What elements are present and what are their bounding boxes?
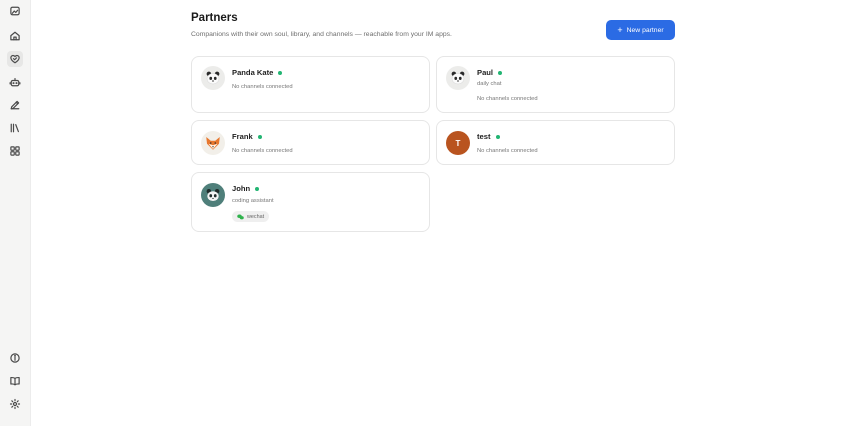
partner-name: Paul — [477, 68, 494, 77]
partner-name: Frank — [232, 132, 253, 141]
letter-avatar: T — [446, 131, 470, 155]
partner-channels-text: No channels connected — [477, 96, 538, 102]
pencil-icon[interactable] — [7, 97, 23, 113]
settings-icon[interactable] — [7, 396, 23, 412]
library-icon[interactable] — [7, 120, 23, 136]
online-status-dot — [498, 70, 503, 75]
partner-name: Panda Kate — [232, 68, 274, 77]
partner-name-row: test — [477, 132, 500, 141]
partner-name-row: Frank — [232, 132, 262, 141]
info-icon[interactable] — [7, 350, 23, 366]
online-status-dot — [255, 186, 260, 191]
panda-avatar — [446, 66, 470, 90]
partner-name: test — [477, 132, 491, 141]
partner-channels-text: No channels connected — [477, 148, 538, 154]
online-status-dot — [257, 134, 262, 139]
partner-card-panda-kate[interactable]: Panda Kate No channels connected — [191, 56, 430, 113]
app-root: Partners Companions with their own soul,… — [0, 0, 845, 426]
partner-name: John — [232, 184, 251, 193]
partner-description: coding assistant — [232, 198, 274, 204]
wechat-icon — [237, 213, 244, 219]
partner-channels-text: No channels connected — [232, 148, 293, 154]
partner-name-row: Panda Kate — [232, 68, 283, 77]
partner-card-john[interactable]: John coding assistant wechat — [191, 172, 430, 232]
book-icon[interactable] — [7, 373, 23, 389]
partner-card-frank[interactable]: Frank No channels connected — [191, 120, 430, 165]
robot-icon[interactable] — [7, 74, 23, 90]
sidebar — [0, 0, 31, 426]
grid-icon[interactable] — [7, 143, 23, 159]
partner-card-paul[interactable]: Paul daily chat No channels connected — [436, 56, 675, 113]
partner-name-row: Paul — [477, 68, 503, 77]
channel-chip-label: wechat — [247, 213, 265, 220]
panda-avatar — [201, 183, 225, 207]
partner-channels-text: No channels connected — [232, 84, 293, 90]
partners-icon[interactable] — [7, 51, 23, 67]
online-status-dot — [278, 70, 283, 75]
new-partner-button[interactable]: + New partner — [606, 20, 675, 40]
fox-avatar — [201, 131, 225, 155]
page-title: Partners — [191, 12, 238, 24]
home-icon[interactable] — [7, 28, 23, 44]
plus-icon: + — [617, 24, 623, 35]
partner-card-test[interactable]: T test No channels connected — [436, 120, 675, 165]
partner-name-row: John — [232, 184, 260, 193]
partner-description: daily chat — [477, 81, 502, 87]
panda-avatar — [201, 66, 225, 90]
online-status-dot — [495, 134, 500, 139]
new-partner-label: New partner — [626, 26, 664, 34]
channel-chip-wechat[interactable]: wechat — [232, 211, 270, 222]
logo-icon[interactable] — [7, 3, 23, 19]
page-subtitle: Companions with their own soul, library,… — [191, 31, 452, 38]
